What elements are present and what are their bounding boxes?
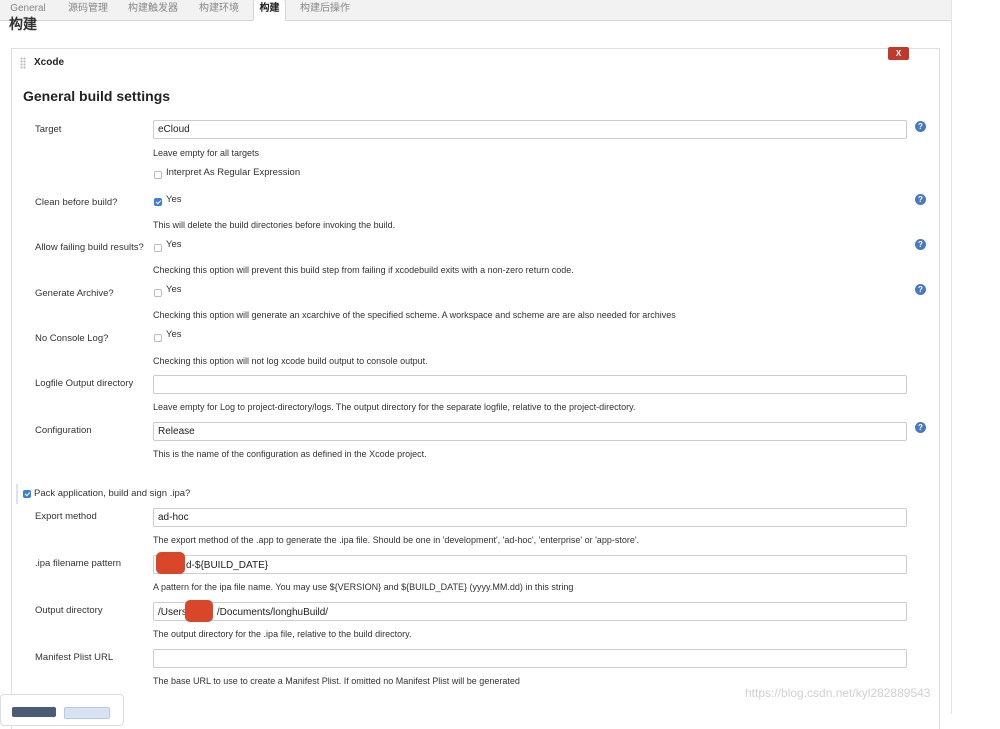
pack-ipa-label: Pack application, build and sign .ipa? xyxy=(34,488,191,499)
delete-step-button[interactable]: X xyxy=(888,47,909,60)
manifest-label: Manifest Plist URL xyxy=(35,652,114,663)
drag-handle-icon[interactable] xyxy=(20,57,26,69)
allow-failing-help-icon[interactable]: ? xyxy=(915,239,926,250)
archive-option-label: Yes xyxy=(166,284,182,295)
logfile-input[interactable] xyxy=(153,375,907,394)
output-dir-label: Output directory xyxy=(35,605,103,616)
watermark: https://blog.csdn.net/kyl282889543 xyxy=(745,686,931,700)
section-title: 构建 xyxy=(9,16,37,32)
save-button[interactable] xyxy=(12,707,56,717)
config-tab-bar: General 源码管理 构建触发器 构建环境 构建 构建后操作 xyxy=(0,0,952,21)
tab-build[interactable]: 构建 xyxy=(253,0,286,21)
page-divider xyxy=(951,0,952,714)
configuration-input[interactable] xyxy=(153,422,907,441)
allow-failing-option-label: Yes xyxy=(166,239,182,250)
no-console-checkbox[interactable] xyxy=(154,334,162,342)
allow-failing-label: Allow failing build results? xyxy=(35,242,144,253)
archive-description: Checking this option will generate an xc… xyxy=(153,310,676,320)
allow-failing-checkbox[interactable] xyxy=(154,244,162,252)
regex-checkbox[interactable] xyxy=(154,171,162,179)
no-console-description: Checking this option will not log xcode … xyxy=(153,356,428,366)
archive-label: Generate Archive? xyxy=(35,288,114,299)
archive-help-icon[interactable]: ? xyxy=(915,284,926,295)
clean-label: Clean before build? xyxy=(35,197,118,208)
manifest-description: The base URL to use to create a Manifest… xyxy=(153,676,520,686)
configuration-help-icon[interactable]: ? xyxy=(915,422,926,433)
tab-source-code[interactable]: 源码管理 xyxy=(60,0,116,20)
ipa-pattern-description: A pattern for the ipa file name. You may… xyxy=(153,582,574,592)
tab-build-environment[interactable]: 构建环境 xyxy=(191,0,247,20)
export-method-input[interactable] xyxy=(153,508,907,527)
export-method-description: The export method of the .app to generat… xyxy=(153,535,640,545)
manifest-input[interactable] xyxy=(153,649,907,668)
no-console-option-label: Yes xyxy=(166,329,182,340)
output-dir-value-suffix: /Documents/longhuBuild/ xyxy=(216,607,329,618)
build-step-name: Xcode xyxy=(34,57,65,68)
configuration-label: Configuration xyxy=(35,425,92,436)
configuration-description: This is the name of the configuration as… xyxy=(153,449,427,459)
target-help-icon[interactable]: ? xyxy=(915,121,926,132)
logfile-label: Logfile Output directory xyxy=(35,378,134,389)
allow-failing-description: Checking this option will prevent this b… xyxy=(153,265,574,275)
tab-build-triggers[interactable]: 构建触发器 xyxy=(122,0,184,20)
target-input[interactable] xyxy=(153,120,907,139)
general-settings-heading: General build settings xyxy=(23,88,171,104)
logfile-description: Leave empty for Log to project-directory… xyxy=(153,402,636,412)
no-console-label: No Console Log? xyxy=(35,333,109,344)
optional-block-marker xyxy=(16,484,18,504)
archive-checkbox[interactable] xyxy=(154,289,162,297)
pack-ipa-checkbox[interactable] xyxy=(23,490,31,498)
export-method-label: Export method xyxy=(35,511,97,522)
tab-post-build[interactable]: 构建后操作 xyxy=(294,0,356,20)
target-description: Leave empty for all targets xyxy=(153,148,260,158)
regex-label: Interpret As Regular Expression xyxy=(166,167,301,178)
output-dir-input[interactable]: /Users/Documents/longhuBuild/ xyxy=(153,602,907,621)
target-label: Target xyxy=(35,124,62,135)
apply-button[interactable] xyxy=(64,707,110,719)
redaction-mark xyxy=(185,600,213,622)
output-dir-description: The output directory for the .ipa file, … xyxy=(153,629,412,639)
ipa-pattern-value: d-${BUILD_DATE} xyxy=(186,560,269,571)
clean-help-icon[interactable]: ? xyxy=(915,194,926,205)
output-dir-value-prefix: /Users xyxy=(158,607,187,618)
redaction-mark xyxy=(156,552,185,574)
clean-description: This will delete the build directories b… xyxy=(153,220,396,230)
clean-checkbox[interactable] xyxy=(154,198,162,206)
ipa-pattern-label: .ipa filename pattern xyxy=(35,558,122,569)
ipa-pattern-input[interactable]: d-${BUILD_DATE} xyxy=(153,555,907,574)
clean-option-label: Yes xyxy=(166,194,182,205)
